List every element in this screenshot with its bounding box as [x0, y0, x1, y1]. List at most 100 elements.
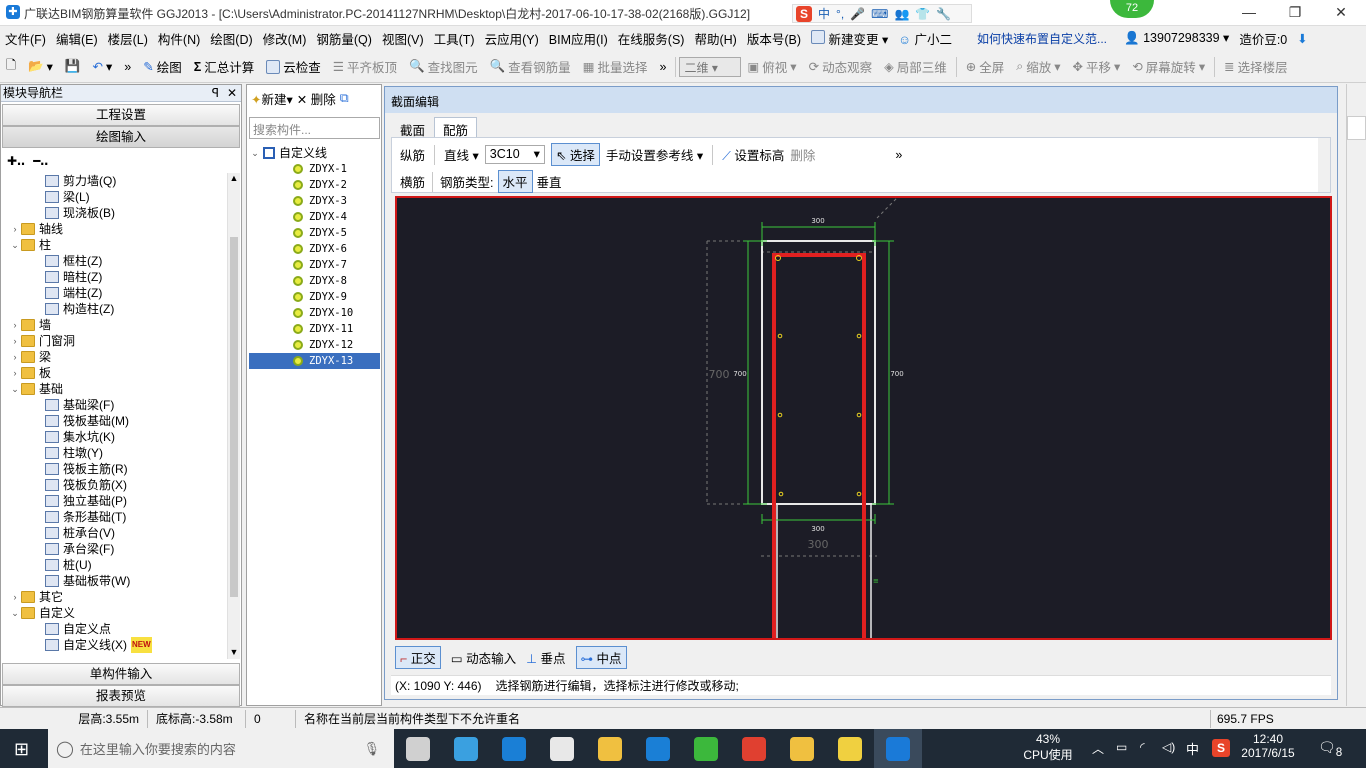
tree-node[interactable]: 端柱(Z) [1, 285, 225, 301]
row-more-icon[interactable]: » [895, 148, 902, 162]
scroll-up-icon[interactable]: ▲ [228, 173, 240, 187]
mic-icon[interactable]: 🎙 [363, 741, 380, 757]
single-input-button[interactable]: 单构件输入 [2, 663, 240, 685]
perpendicular-button[interactable]: ⊥ 垂点 [526, 648, 565, 667]
input-lang[interactable]: 中 [1186, 739, 1199, 758]
tree-node[interactable]: 梁(L) [1, 189, 225, 205]
close-button[interactable]: ✕ [1318, 2, 1364, 24]
panel-scrollbar[interactable] [1318, 138, 1330, 192]
undo-icon[interactable]: ↶ ▾ [87, 59, 119, 74]
find-button[interactable]: 🔍 查找图元 [403, 57, 484, 76]
component-list-item[interactable]: ZDYX-13 [249, 353, 380, 369]
expand-icon[interactable]: › [9, 333, 21, 349]
sum-button[interactable]: Σ 汇总计算 [188, 57, 261, 76]
tree-node[interactable]: 自定义点 [1, 621, 225, 637]
sogou-icon[interactable]: S [796, 5, 812, 22]
ortho-button[interactable]: ⌐ 正交 [395, 645, 441, 669]
tab-section[interactable]: 截面 [391, 117, 434, 138]
delete-rebar-button[interactable]: 删除 [790, 145, 815, 164]
menu-file[interactable]: 文件(F) [0, 29, 51, 48]
draw-button[interactable]: ✎ 绘图 [137, 57, 188, 76]
help-icon[interactable] [826, 729, 874, 768]
clock[interactable]: 12:40 2017/6/15 [1238, 732, 1298, 760]
notepad-icon[interactable] [778, 729, 826, 768]
user-account[interactable]: 👤 13907298339 ▾ [1119, 30, 1234, 46]
tray-app-icon[interactable]: ▭ [1116, 740, 1127, 754]
tab-rebar[interactable]: 配筋 [434, 117, 478, 138]
component-list-item[interactable]: ZDYX-8 [249, 273, 380, 289]
store-icon[interactable] [538, 729, 586, 768]
tree-node[interactable]: › 墙 [1, 317, 225, 333]
rebar-points[interactable] [775, 255, 862, 497]
component-list-item[interactable]: ZDYX-6 [249, 241, 380, 257]
ggj-icon[interactable] [874, 729, 922, 768]
tree-node[interactable]: 暗柱(Z) [1, 269, 225, 285]
menu-draw[interactable]: 绘图(D) [205, 29, 257, 48]
tree-node[interactable]: 基础梁(F) [1, 397, 225, 413]
component-list-item[interactable]: ZDYX-3 [249, 193, 380, 209]
menu-help[interactable]: 帮助(H) [689, 29, 741, 48]
volume-icon[interactable]: ◁) [1162, 740, 1175, 754]
tree-node[interactable]: 承台梁(F) [1, 541, 225, 557]
ime-toolbar[interactable]: S 中 °, 🎤 ⌨ 👥 👕 🔧 [792, 4, 972, 23]
top-view-button[interactable]: ▣ 俯视 ▾ [741, 57, 802, 76]
collapse-icon[interactable]: ⌄ [249, 145, 261, 161]
expand-icon[interactable]: › [9, 317, 21, 333]
assistant-button[interactable]: ☺ 广小二 [893, 29, 957, 48]
scroll-thumb[interactable] [230, 237, 238, 597]
tree-node[interactable]: 自定义线(X) NEW [1, 637, 225, 653]
menu-rebar[interactable]: 钢筋量(Q) [311, 29, 377, 48]
cpu-monitor[interactable]: 43% CPU使用 [1020, 732, 1076, 763]
report-preview-button[interactable]: 报表预览 [2, 685, 240, 707]
menu-edit[interactable]: 编辑(E) [51, 29, 103, 48]
new-change-button[interactable]: 新建变更 ▾ [806, 29, 893, 48]
menu-floor[interactable]: 楼层(L) [103, 29, 153, 48]
stirrup-rebar[interactable] [772, 253, 866, 638]
tree-node[interactable]: 现浇板(B) [1, 205, 225, 221]
app-icon-2[interactable] [442, 729, 490, 768]
collapse-icon[interactable]: ⌄ [9, 605, 21, 621]
ime-punct-icon[interactable]: °, [836, 7, 844, 21]
section-canvas[interactable]: 300 300 300 700 700 700 ≡ [395, 196, 1332, 640]
new-component-button[interactable]: ✦新建▾ [251, 89, 293, 108]
tree-node[interactable]: 剪力墙(Q) [1, 173, 225, 189]
restore-button[interactable]: ❐ [1272, 2, 1318, 24]
draw-input-button[interactable]: 绘图输入 [2, 126, 240, 148]
toolbar-more-icon[interactable]: » [118, 60, 137, 74]
component-list-item[interactable]: ZDYX-10 [249, 305, 380, 321]
notification-icon[interactable]: 🗨8 [1318, 739, 1342, 759]
expand-icon[interactable]: › [9, 221, 21, 237]
microphone-icon[interactable]: 🎤 [850, 7, 865, 21]
tree-node[interactable]: 集水坑(K) [1, 429, 225, 445]
select-button[interactable]: ⇖ 选择 [550, 143, 600, 166]
tree-node[interactable]: 条形基础(T) [1, 509, 225, 525]
tray-up-icon[interactable]: ︿ [1092, 740, 1104, 757]
view-rebar-button[interactable]: 🔍 查看钢筋量 [484, 57, 577, 76]
wrench-icon[interactable]: 🔧 [936, 7, 951, 21]
component-list-item[interactable]: ZDYX-7 [249, 257, 380, 273]
align-top-button[interactable]: ☰ 平齐板顶 [327, 57, 403, 76]
component-list-item[interactable]: ZDYX-1 [249, 161, 380, 177]
menu-cloud[interactable]: 云应用(Y) [480, 29, 544, 48]
tree-node[interactable]: ⌄ 柱 [1, 237, 225, 253]
toolbar-more2-icon[interactable]: » [654, 60, 673, 74]
menu-component[interactable]: 构件(N) [153, 29, 205, 48]
dynamic-input-button[interactable]: ▭ 动态输入 [451, 648, 516, 667]
component-list-item[interactable]: ZDYX-12 [249, 337, 380, 353]
expand-icon[interactable]: › [9, 589, 21, 605]
menu-modify[interactable]: 修改(M) [258, 29, 312, 48]
horizontal-button[interactable]: 水平 [497, 170, 533, 193]
glodon-icon[interactable] [634, 729, 682, 768]
save-icon[interactable]: 💾 [59, 59, 87, 74]
tree-node[interactable]: › 板 [1, 365, 225, 381]
delete-component-button[interactable]: ✕ 删除 [297, 89, 336, 108]
rotate-button[interactable]: ⟲ 屏幕旋转 ▾ [1126, 57, 1211, 76]
edge-icon[interactable] [490, 729, 538, 768]
vertical-button[interactable]: 垂直 [537, 172, 562, 191]
tree-node[interactable]: 基础板带(W) [1, 573, 225, 589]
browser-icon[interactable] [682, 729, 730, 768]
component-list-item[interactable]: ZDYX-2 [249, 177, 380, 193]
ime-lang[interactable]: 中 [818, 5, 830, 22]
line-type-select[interactable]: 直线 ▾ [444, 145, 479, 164]
tree-node[interactable]: 构造柱(Z) [1, 301, 225, 317]
